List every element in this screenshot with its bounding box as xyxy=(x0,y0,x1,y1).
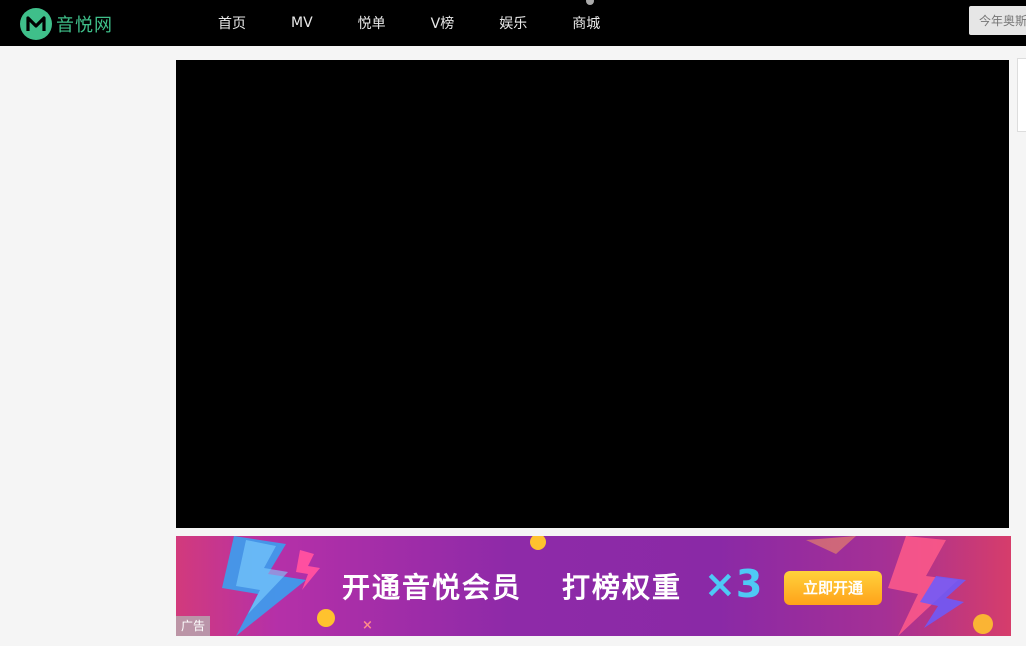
nav-vchart[interactable]: V榜 xyxy=(431,13,455,33)
logo-m-icon xyxy=(20,7,52,40)
nav-mv[interactable]: MV xyxy=(291,15,313,31)
nav-shop[interactable]: 商城 xyxy=(572,13,600,33)
main-nav: 首页 MV 悦单 V榜 娱乐 商城 xyxy=(200,0,645,46)
search-input[interactable] xyxy=(969,6,1026,35)
nav-playlist[interactable]: 悦单 xyxy=(358,13,386,33)
banner-multiplier: ×3 xyxy=(704,562,763,606)
close-ad-icon[interactable]: × xyxy=(362,618,373,633)
banner-headline-2: 打榜权重 xyxy=(562,571,683,604)
left-blank-panel xyxy=(0,46,176,646)
top-navigation-bar: 音悦网 首页 MV 悦单 V榜 娱乐 商城 xyxy=(0,0,1026,46)
video-player[interactable] xyxy=(176,60,1009,528)
logo-text: 音悦网 xyxy=(56,14,113,36)
side-tab-edge[interactable] xyxy=(1017,58,1026,132)
ad-label: 广告 xyxy=(176,616,210,636)
vip-ad-banner[interactable]: 开通音悦会员 打榜权重 ×3 立即开通 广告 × xyxy=(176,536,1011,636)
banner-headline-1: 开通音悦会员 xyxy=(342,571,523,604)
join-vip-button[interactable]: 立即开通 xyxy=(784,571,882,605)
site-logo[interactable]: 音悦网 xyxy=(20,7,113,40)
nav-home[interactable]: 首页 xyxy=(218,13,246,33)
nav-entertainment[interactable]: 娱乐 xyxy=(499,13,527,33)
